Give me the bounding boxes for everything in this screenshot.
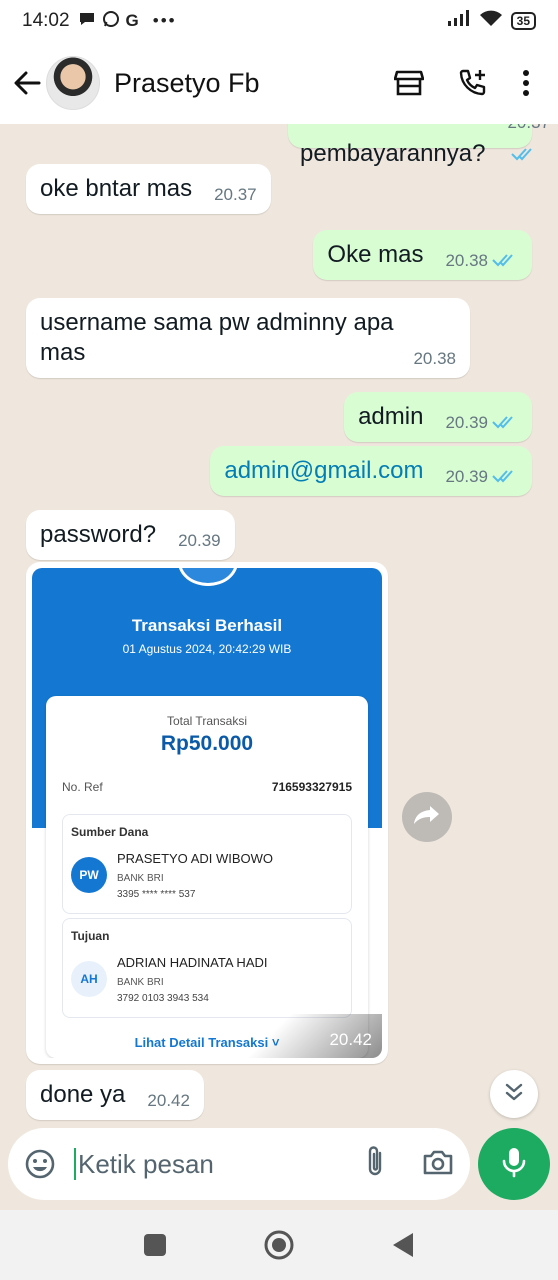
message-text: done ya (40, 1081, 126, 1108)
forward-button[interactable] (402, 792, 452, 842)
microphone-icon (501, 1146, 527, 1183)
shop-icon[interactable] (394, 69, 424, 97)
source-name: PRASETYO ADI WIBOWO (117, 851, 274, 866)
more-notifications-icon: ••• (152, 11, 177, 30)
chat-area: pembayarannya? 20.37 oke bntar mas 20.37… (0, 124, 558, 1128)
attach-icon[interactable] (364, 1145, 386, 1184)
destination-account: 3792 0103 3943 534 (117, 993, 209, 1004)
wifi-icon (479, 9, 503, 33)
contact-avatar[interactable] (46, 56, 100, 110)
read-ticks-icon (492, 461, 518, 491)
receipt-date: 01 Agustus 2024, 20:42:29 WIB (122, 642, 292, 656)
message-text-cont: mas (40, 339, 86, 366)
message-text: Oke mas (327, 241, 424, 268)
message-incoming[interactable]: oke bntar mas 20.37 (26, 164, 271, 214)
message-time: 20.39 (445, 467, 488, 486)
message-incoming[interactable]: done ya 20.42 (26, 1070, 204, 1120)
emoji-icon[interactable] (24, 1148, 56, 1180)
read-ticks-icon (492, 407, 518, 437)
message-time: 20.38 (413, 349, 456, 368)
menu-dots-icon[interactable] (522, 69, 530, 97)
message-text: password? (40, 521, 157, 548)
message-outgoing[interactable]: admin@gmail.com 20.39 (210, 446, 532, 496)
receipt-badge (178, 568, 238, 586)
read-ticks-icon (492, 245, 518, 275)
scroll-to-bottom-button[interactable] (490, 1070, 538, 1118)
camera-icon[interactable] (422, 1148, 454, 1181)
destination: Tujuan AH ADRIAN HADINATA HADI BANK BRI … (62, 918, 352, 1018)
google-icon: G (125, 11, 139, 30)
message-time: 20.37 (214, 185, 257, 204)
recents-square-icon[interactable] (143, 1233, 167, 1257)
forward-icon (412, 804, 442, 831)
voice-record-button[interactable] (478, 1128, 550, 1200)
chat-icon (78, 10, 96, 33)
source-initials-avatar: PW (71, 857, 107, 893)
double-chevron-down-icon (504, 1082, 524, 1107)
message-text: username sama pw adminny apa (40, 309, 394, 336)
add-call-icon[interactable] (458, 68, 488, 98)
message-input[interactable] (78, 1148, 338, 1180)
message-time: 20.37 (507, 124, 550, 132)
message-outgoing[interactable]: pembayarannya? 20.37 (288, 124, 550, 167)
message-text: pembayarannya? (300, 139, 486, 167)
chat-header: Prasetyo Fb (0, 42, 558, 124)
destination-initials-avatar: AH (71, 961, 107, 997)
contact-name[interactable]: Prasetyo Fb (114, 68, 260, 99)
message-time: 20.38 (445, 251, 488, 270)
text-cursor (74, 1148, 76, 1180)
image-time-overlay: 20.42 (232, 1014, 382, 1058)
message-incoming[interactable]: password? 20.39 (26, 510, 235, 560)
status-time: 14:02 (22, 10, 70, 31)
email-link[interactable]: admin@gmail.com (224, 456, 423, 486)
image-message[interactable]: Transaksi Berhasil 01 Agustus 2024, 20:4… (26, 562, 388, 1064)
message-text: oke bntar mas (40, 175, 193, 202)
home-circle-icon[interactable] (263, 1229, 295, 1261)
whatsapp-icon (102, 10, 120, 33)
destination-name: ADRIAN HADINATA HADI (117, 955, 268, 970)
signal-icon (447, 9, 471, 33)
message-outgoing[interactable]: Oke mas 20.38 (313, 230, 532, 280)
source-of-funds: Sumber Dana PW PRASETYO ADI WIBOWO BANK … (62, 814, 352, 914)
system-navigation-bar (0, 1210, 558, 1280)
message-text: admin (358, 403, 424, 430)
message-time: 20.42 (329, 1030, 372, 1049)
back-arrow-icon[interactable] (10, 66, 44, 100)
message-time: 20.42 (147, 1091, 190, 1110)
source-account: 3395 **** **** 537 (117, 889, 196, 900)
total-label: Total Transaksi (166, 714, 248, 728)
message-incoming[interactable]: username sama pw adminny apa mas 20.38 (26, 298, 470, 378)
destination-label: Tujuan (71, 929, 110, 943)
transfer-receipt-image[interactable]: Transaksi Berhasil 01 Agustus 2024, 20:4… (32, 568, 382, 1058)
ref-label: No. Ref (62, 780, 103, 794)
read-ticks-icon (511, 139, 537, 169)
destination-bank: BANK BRI (117, 977, 164, 988)
back-triangle-icon[interactable] (391, 1232, 415, 1258)
source-bank: BANK BRI (117, 873, 164, 884)
receipt-card: Total Transaksi Rp50.000 No. Ref 7165933… (46, 696, 368, 1058)
source-label: Sumber Dana (71, 825, 149, 839)
receipt-title: Transaksi Berhasil (131, 616, 283, 635)
message-composer (8, 1128, 470, 1200)
total-value: Rp50.000 (160, 732, 254, 755)
status-bar: 14:02 G ••• 35 (0, 0, 558, 42)
message-time: 20.39 (445, 413, 488, 432)
message-outgoing[interactable]: admin 20.39 (344, 392, 532, 442)
message-time: 20.39 (178, 531, 221, 550)
battery-indicator: 35 (510, 12, 536, 30)
ref-value: 716593327915 (271, 780, 352, 794)
